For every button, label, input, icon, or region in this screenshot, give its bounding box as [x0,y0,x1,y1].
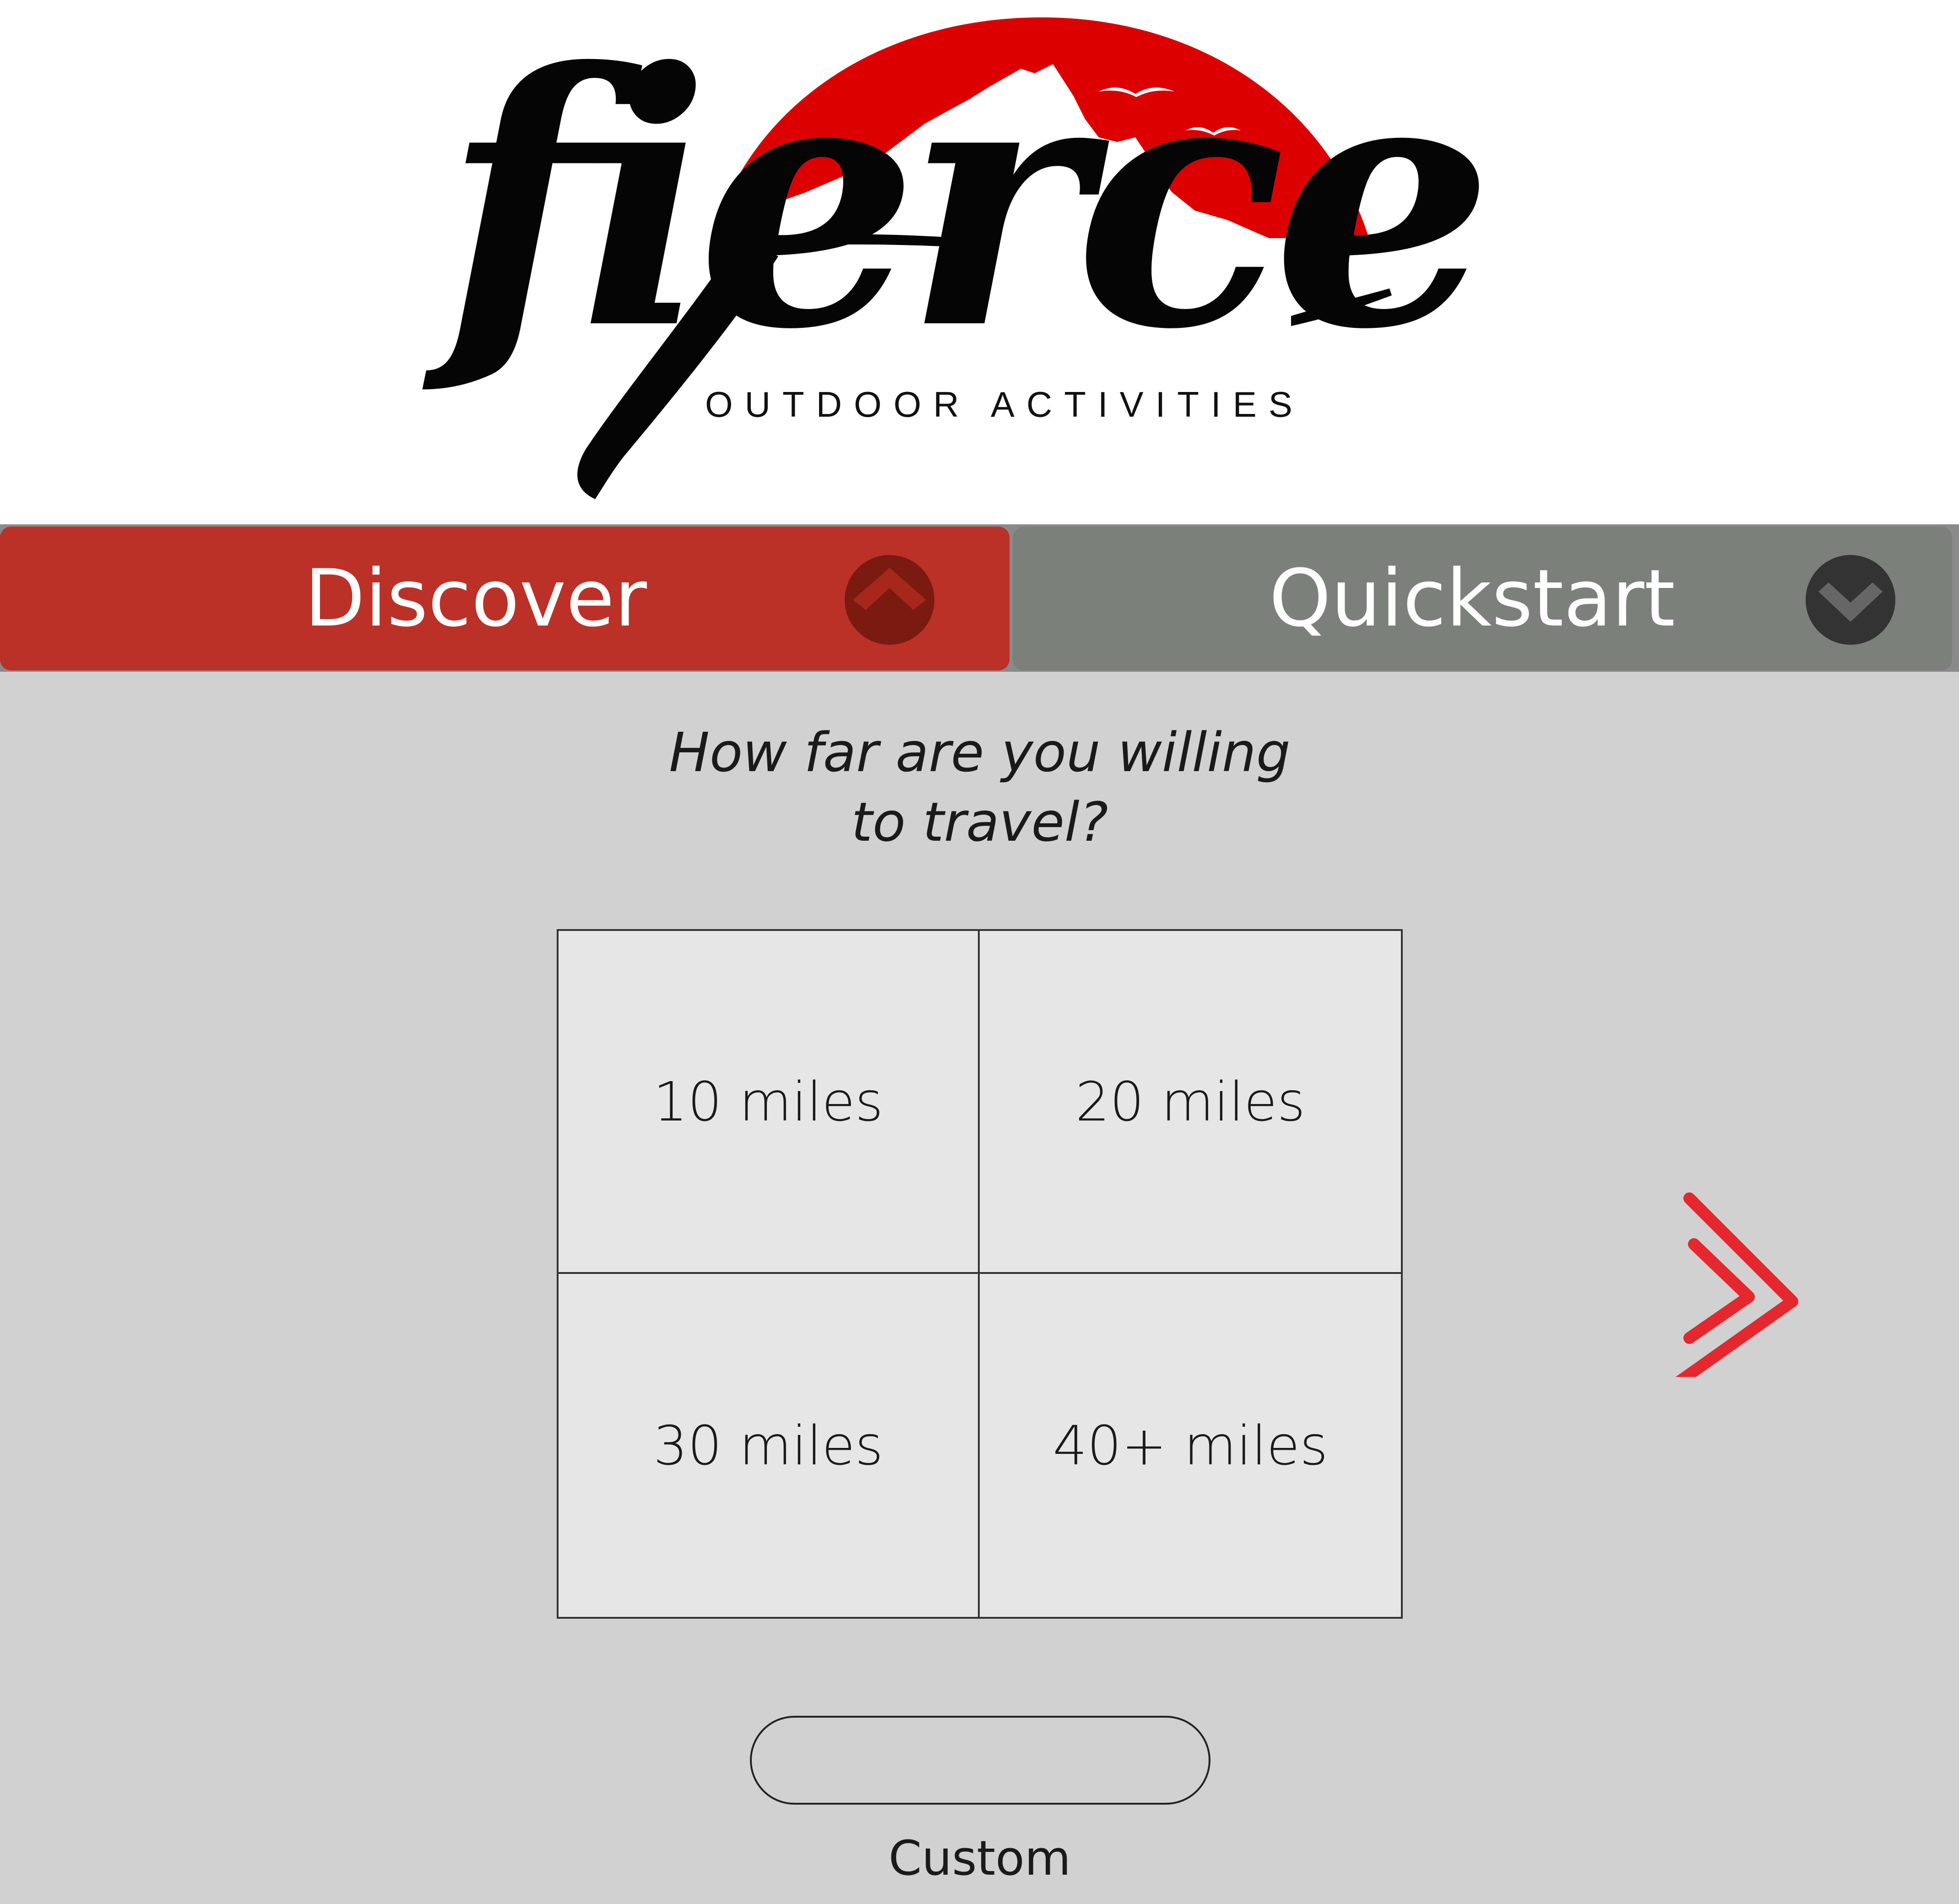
option-40-plus-miles[interactable]: 40+ miles [980,1274,1401,1617]
custom-distance-label: Custom [888,1830,1071,1886]
tab-discover-label: Discover [304,552,647,644]
custom-distance-input[interactable] [750,1716,1210,1805]
logo-tagline: OUTDOOR ACTIVITIES [705,384,1304,424]
question-line-2: to travel? [851,790,1108,854]
chevron-up-icon[interactable] [845,555,934,645]
tab-quickstart-label: Quickstart [1269,552,1675,644]
logo-wordmark: fierce [443,0,1494,406]
option-10-miles[interactable]: 10 miles [559,931,980,1274]
brand-logo: fierce OUTDOOR ACTIVITIES [0,0,1959,524]
travel-distance-question: How far are you willing to travel? [595,718,1364,857]
question-line-1: How far are you willing [669,721,1291,784]
tab-quickstart[interactable]: Quickstart [1013,527,1952,670]
double-chevron-right-icon[interactable] [1657,1185,1804,1377]
tab-bar: Discover Quickstart [0,524,1959,672]
chevron-down-icon[interactable] [1806,555,1895,645]
distance-options-grid: 10 miles 20 miles 30 miles 40+ miles [557,929,1403,1619]
option-20-miles[interactable]: 20 miles [980,931,1401,1274]
discover-panel: How far are you willing to travel? 10 mi… [0,672,1959,1904]
tab-discover[interactable]: Discover [0,527,1009,670]
option-30-miles[interactable]: 30 miles [559,1274,980,1617]
